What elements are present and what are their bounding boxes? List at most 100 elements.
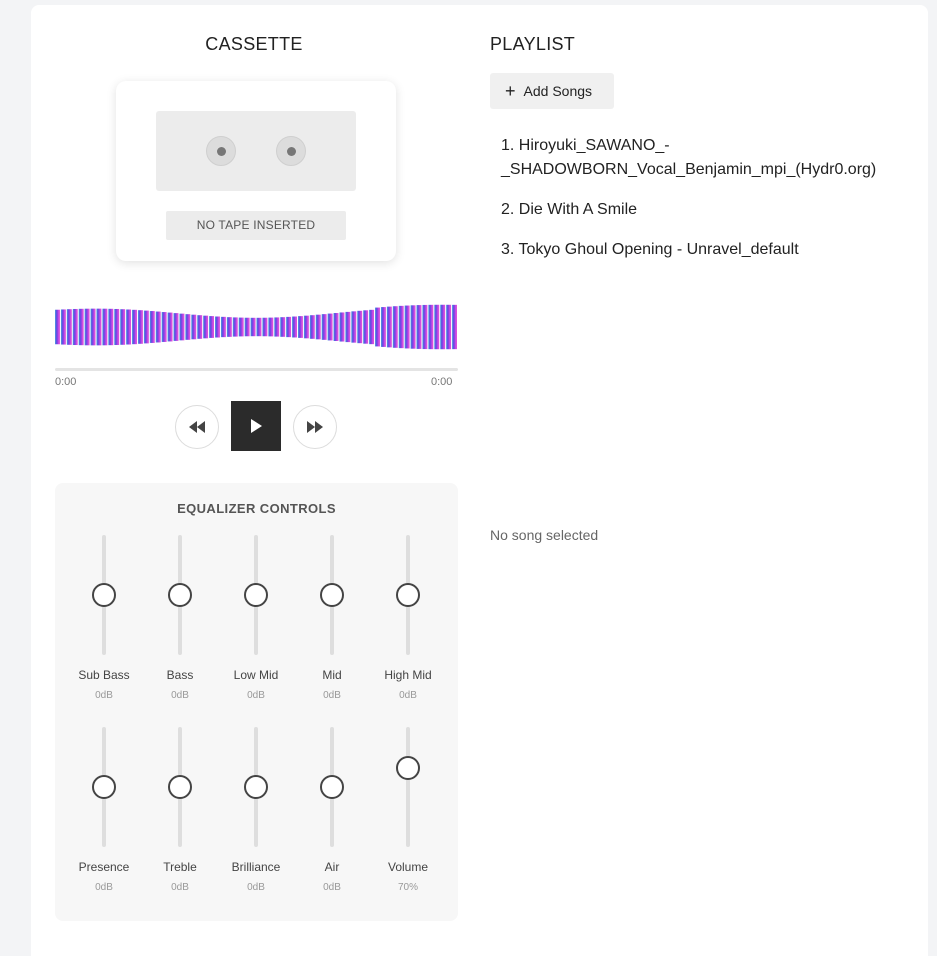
eq-band-label: Volume xyxy=(387,860,429,874)
equalizer-panel: EQUALIZER CONTROLS Sub Bass 0dB Bass 0dB Low… xyxy=(55,483,458,921)
waveform-bar xyxy=(440,304,446,350)
waveform-bar xyxy=(309,315,315,339)
eq-band-value: 0dB xyxy=(95,690,113,701)
eq-slider-thumb[interactable] xyxy=(92,775,116,799)
waveform-bar xyxy=(339,312,345,342)
waveform-bar xyxy=(137,310,143,344)
waveform-bar xyxy=(345,311,351,343)
waveform-bar xyxy=(321,314,327,340)
waveform-bar xyxy=(191,314,197,340)
waveform-bar xyxy=(351,311,357,343)
waveform-bar xyxy=(363,310,369,344)
waveform-bar xyxy=(315,314,321,340)
rewind-button[interactable] xyxy=(175,405,219,449)
eq-slider-thumb[interactable] xyxy=(244,583,268,607)
waveform-bar xyxy=(404,305,410,349)
play-icon xyxy=(251,419,262,433)
waveform-bar xyxy=(416,305,422,349)
eq-band-label: Bass xyxy=(166,668,194,682)
eq-band-value: 0dB xyxy=(171,882,189,893)
eq-slider-thumb[interactable] xyxy=(92,583,116,607)
waveform-bar xyxy=(108,308,114,346)
waveform-bar xyxy=(452,304,457,350)
waveform-bar xyxy=(380,307,386,347)
waveform-bar xyxy=(96,308,102,346)
eq-band-value: 0dB xyxy=(247,882,265,893)
cassette-title: CASSETTE xyxy=(205,34,303,54)
progress-bar[interactable] xyxy=(55,368,458,371)
waveform-bar xyxy=(333,313,339,341)
eq-band-value: 70% xyxy=(397,882,418,893)
add-songs-label: Add Songs xyxy=(523,83,593,99)
waveform-bar xyxy=(132,309,137,345)
waveform-bar xyxy=(226,317,232,337)
fast-forward-icon xyxy=(307,421,323,433)
right-reel-icon xyxy=(276,136,306,166)
waveform-bar xyxy=(375,307,380,347)
waveform-bar xyxy=(446,304,452,350)
rewind-icon xyxy=(189,421,205,433)
waveform-bar xyxy=(66,309,72,345)
waveform-bar xyxy=(286,316,292,338)
equalizer-title: EQUALIZER CONTROLS xyxy=(177,501,336,516)
waveform-visualizer xyxy=(55,304,457,350)
waveform-bar xyxy=(410,305,416,349)
eq-slider-thumb[interactable] xyxy=(168,583,192,607)
waveform-bar xyxy=(209,316,215,338)
waveform-bar xyxy=(55,309,60,345)
eq-slider-track[interactable] xyxy=(406,727,410,847)
playlist-item[interactable]: 3. Tokyo Ghoul Opening - Unravel_default xyxy=(501,238,921,262)
waveform-bar xyxy=(280,317,286,337)
eq-slider-thumb[interactable] xyxy=(396,755,420,780)
tape-status-label: NO TAPE INSERTED xyxy=(166,211,346,240)
add-songs-button[interactable]: + Add Songs xyxy=(490,73,614,109)
waveform-bar xyxy=(357,310,363,344)
eq-slider-thumb[interactable] xyxy=(168,775,192,799)
fast-forward-button[interactable] xyxy=(293,405,337,449)
total-time: 0:00 xyxy=(431,376,453,388)
waveform-bar xyxy=(428,304,434,350)
current-time: 0:00 xyxy=(55,376,77,388)
waveform-bar xyxy=(143,310,149,344)
eq-band-label: Treble xyxy=(163,860,197,874)
waveform-bar xyxy=(78,308,84,346)
waveform-bar xyxy=(179,313,185,341)
waveform-bar xyxy=(292,316,297,338)
play-button[interactable] xyxy=(231,401,281,451)
eq-slider-thumb[interactable] xyxy=(320,775,344,799)
left-reel-icon xyxy=(206,136,236,166)
eq-band-value: 0dB xyxy=(399,690,417,701)
eq-band-label: Sub Bass xyxy=(78,668,130,682)
waveform-bar xyxy=(327,313,333,341)
eq-band-value: 0dB xyxy=(323,690,341,701)
waveform-bar xyxy=(120,309,126,345)
eq-slider-thumb[interactable] xyxy=(244,775,268,799)
waveform-bar xyxy=(434,304,440,350)
waveform-bar xyxy=(161,312,167,342)
eq-slider-thumb[interactable] xyxy=(320,583,344,607)
waveform-bar xyxy=(232,317,238,337)
waveform-bar xyxy=(238,317,244,337)
waveform-bar xyxy=(274,317,280,337)
waveform-bar xyxy=(268,317,274,337)
waveform-bar xyxy=(398,305,404,349)
eq-slider-thumb[interactable] xyxy=(396,583,420,607)
playlist-item[interactable]: 2. Die With A Smile xyxy=(501,198,921,222)
waveform-bar xyxy=(60,309,66,345)
waveform-bar xyxy=(126,309,132,345)
tape-window xyxy=(156,111,356,191)
eq-band-label: Air xyxy=(324,860,340,874)
waveform-bar xyxy=(90,308,96,346)
waveform-bar xyxy=(262,317,268,337)
playlist-list: 1. Hiroyuki_SAWANO_-_SHADOWBORN_Vocal_Be… xyxy=(501,134,921,278)
waveform-bar xyxy=(167,312,173,342)
plus-icon: + xyxy=(505,81,516,101)
waveform-bar xyxy=(297,316,303,338)
eq-band-label: Mid xyxy=(322,668,342,682)
waveform-bar xyxy=(149,311,155,343)
cassette-deck: NO TAPE INSERTED xyxy=(116,81,396,261)
playlist-item[interactable]: 1. Hiroyuki_SAWANO_-_SHADOWBORN_Vocal_Be… xyxy=(501,134,921,182)
waveform-bar xyxy=(244,317,250,337)
waveform-bar xyxy=(173,313,179,341)
waveform-bar xyxy=(220,316,226,338)
